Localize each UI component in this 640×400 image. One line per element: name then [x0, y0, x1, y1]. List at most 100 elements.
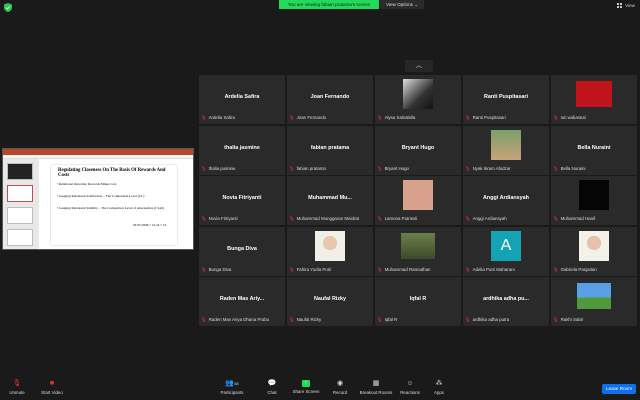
participant-tile[interactable]: 🎙 Muhammad Hanif	[551, 176, 637, 225]
shared-screen[interactable]: Regulating Closeness On The Basis Of Rew…	[2, 148, 194, 250]
participant-name-text: Fahira Yudia Putri	[296, 266, 332, 272]
participant-name-label: 🎙 Ardelia Safira	[201, 115, 235, 121]
record-label: Record	[332, 390, 348, 395]
participant-display-name: fabian pratama	[310, 144, 350, 151]
participant-tile[interactable]: 🎙 Alysa Salsabilla	[375, 75, 461, 124]
participant-display-name: thalia jasmine	[224, 144, 260, 151]
slide-thumbnail-selected	[7, 185, 33, 202]
participant-name-label: 🎙 Alysa Salsabilla	[377, 115, 415, 121]
chat-button[interactable]: 💬 Chat	[262, 380, 282, 395]
mic-muted-icon: 🎙	[201, 115, 207, 120]
participant-display-name: Anggi Ardiansyah	[483, 195, 529, 201]
mic-muted-icon: 🎙	[553, 266, 559, 272]
participant-display-name: Muhammad Mu...	[308, 195, 352, 201]
share-screen-button[interactable]: ↑ Share Screen	[291, 380, 321, 394]
participant-name-label: 🎙 thalia jasmine	[201, 166, 235, 172]
reactions-button[interactable]: ☺ Reactions	[398, 380, 422, 395]
participant-display-name: Ranti Puspitasari	[483, 94, 529, 100]
participant-name-label: 🎙 Bella Nuraini	[553, 166, 585, 172]
breakout-rooms-button[interactable]: ▦ Breakout Rooms	[359, 380, 393, 395]
video-off-icon: ■	[49, 380, 55, 387]
mic-muted-icon: 🎙	[377, 317, 383, 322]
view-button[interactable]: View	[617, 2, 635, 9]
participant-tile[interactable]: 🎙 Fahira Yudia Putri	[287, 226, 373, 276]
start-video-button[interactable]: ■ Start Video	[38, 380, 66, 395]
participant-name-text: Ranti Puspitasari	[472, 115, 506, 120]
mic-muted-icon: 🎙	[377, 266, 383, 272]
slide-thumbnails	[3, 159, 39, 249]
participant-tile[interactable]: 🎙 Rakhi Sabri	[551, 277, 637, 326]
participant-name-text: Lamona Putriesli	[384, 216, 418, 221]
unmute-button[interactable]: 🎙 Unmute	[6, 380, 28, 395]
participant-name-label: 🎙 Naufal Rizky	[289, 317, 321, 323]
participant-name-label: 🎙 Muhammad Hanif	[553, 216, 595, 222]
participant-tile[interactable]: fabian pratama 🎙 fabian pratama	[287, 125, 373, 175]
share-screen-icon: ↑	[302, 380, 310, 387]
participant-name-text: Muhammad Ramadhan	[384, 266, 431, 272]
participant-tile[interactable]: 🎙 Muhammad Ramadhan	[375, 226, 461, 276]
mic-muted-icon: 🎙	[377, 216, 383, 221]
participant-name-text: Nyak Ikram Abidzar	[472, 165, 511, 171]
participants-icon: 👥38	[225, 380, 239, 387]
participant-tile[interactable]: Bella Nuraini 🎙 Bella Nuraini	[551, 125, 637, 175]
participant-gallery: Ardelia Safira 🎙 Ardelia Safira Joan Fernan…	[199, 75, 637, 326]
participant-name-text: Raden Mas Ariya Dhana Prabu	[208, 317, 270, 322]
participant-name-label: 🎙 tuti widiastuti	[553, 115, 586, 121]
mic-muted-icon: 🎙	[289, 317, 295, 322]
participant-name-text: Ardelia Safira	[208, 115, 235, 120]
participants-button[interactable]: 👥38 Participants	[218, 380, 246, 395]
participant-name-label: 🎙 Nyak Ikram Abidzar	[465, 166, 511, 172]
participant-name-label: 🎙 Novia Fitriyanti	[201, 216, 238, 222]
slide-thumbnail	[7, 207, 33, 224]
participant-photo	[576, 81, 612, 107]
participant-tile[interactable]: Muhammad Mu... 🎙 Muhammad Munggaran Meidra…	[287, 176, 373, 225]
mic-muted-icon: 🎙	[201, 317, 207, 322]
unmute-label: Unmute	[9, 390, 25, 395]
participant-tile[interactable]: thalia jasmine 🎙 thalia jasmine	[199, 125, 285, 175]
participant-name-label: 🎙 Rakhi Sabri	[553, 317, 583, 323]
view-options-button[interactable]: View Options ⌄	[380, 0, 424, 9]
chat-label: Chat	[267, 390, 277, 395]
zoom-meeting-window: You are viewing fabian pratama's screen …	[0, 0, 640, 400]
participant-tile[interactable]: 🎙 Nyak Ikram Abidzar	[463, 125, 549, 175]
shield-icon[interactable]	[4, 3, 13, 12]
participant-tile[interactable]: Ranti Puspitasari 🎙 Ranti Puspitasari	[463, 75, 549, 124]
participant-tile[interactable]: 🎙 Lamona Putriesli	[375, 176, 461, 225]
participant-tile[interactable]: A 🎙 Adelia Putri Maharani	[463, 226, 549, 276]
mic-muted-icon: 🎙	[289, 216, 295, 221]
participant-tile[interactable]: Joan Fernando 🎙 Joan Fernando	[287, 75, 373, 124]
mic-muted-icon: 🎙	[289, 266, 295, 272]
mic-muted-icon: 🎙	[201, 266, 207, 272]
mic-muted-icon: 🎙	[201, 216, 207, 221]
participant-tile[interactable]: Ardelia Safira 🎙 Ardelia Safira	[199, 75, 285, 124]
leave-room-button[interactable]: Leave Room	[602, 384, 636, 394]
participant-name-label: 🎙 ardhika adha putra	[465, 317, 509, 323]
mic-muted-icon: 🎙	[553, 165, 559, 171]
participant-display-name: Iqfal R	[409, 296, 427, 302]
participant-photo	[577, 283, 611, 309]
participant-tile[interactable]: Bunga Diva 🎙 Bunga Diva	[199, 226, 285, 276]
share-screen-label: Share Screen	[292, 389, 320, 394]
participant-photo	[401, 232, 435, 259]
participant-tile[interactable]: Novia Fitriyanti 🎙 Novia Fitriyanti	[199, 176, 285, 225]
gallery-scroll-up-button[interactable]: ︿	[405, 60, 433, 72]
participant-name-text: tuti widiastuti	[560, 115, 586, 120]
apps-button[interactable]: ⁂ Apps	[430, 380, 448, 395]
participant-tile[interactable]: ardhika adha pu... 🎙 ardhika adha putra	[463, 277, 549, 326]
participant-tile[interactable]: Anggi Ardiansyah 🎙 Anggi Ardiansyah	[463, 176, 549, 225]
slide-bullet: • Gauging Relational Satisfaction – The …	[57, 194, 145, 198]
participant-tile[interactable]: 🎙 tuti widiastuti	[551, 75, 637, 124]
record-button[interactable]: ◉ Record	[329, 380, 351, 395]
mic-muted-icon: 🎙	[377, 165, 383, 171]
participant-name-text: Muhammad Hanif	[560, 216, 596, 221]
participant-display-name: ardhika adha pu...	[483, 296, 529, 302]
participant-tile[interactable]: 🎙 Gabriela Panjaitan	[551, 226, 637, 276]
participant-tile[interactable]: Bryant Hugo 🎙 Bryant Hugo	[375, 125, 461, 175]
participant-tile[interactable]: Iqfal R 🎙 Iqfal R	[375, 277, 461, 326]
participants-count: 38	[234, 381, 239, 386]
participant-name-text: Muhammad Munggaran Meidrat	[296, 216, 360, 221]
mic-muted-icon: 🎙	[465, 115, 471, 120]
participant-tile[interactable]: Naufal Rizky 🎙 Naufal Rizky	[287, 277, 373, 326]
reactions-icon: ☺	[406, 380, 414, 387]
participant-tile[interactable]: Raden Mas Ariy... 🎙 Raden Mas Ariya Dhana …	[199, 277, 285, 326]
